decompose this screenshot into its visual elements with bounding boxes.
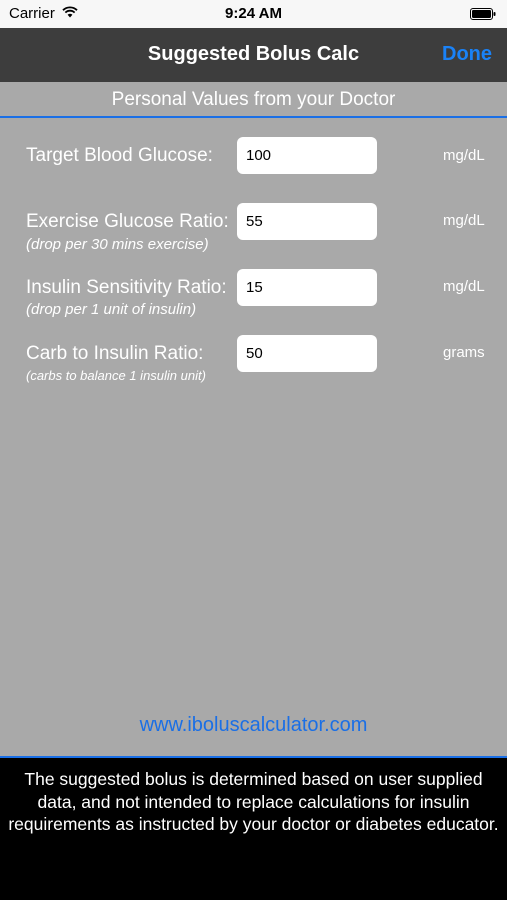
battery-icon xyxy=(470,8,496,20)
insulin-sensitivity-ratio-input[interactable] xyxy=(237,269,377,306)
status-bar: Carrier 9:24 AM xyxy=(0,0,507,28)
insulin-sensitivity-ratio-hint: (drop per 1 unit of insulin) xyxy=(26,301,197,318)
disclaimer-text: The suggested bolus is determined based … xyxy=(8,769,499,834)
target-blood-glucose-unit: mg/dL xyxy=(443,147,485,164)
exercise-glucose-ratio-hint: (drop per 30 mins exercise) xyxy=(26,236,209,253)
carb-to-insulin-ratio-label: Carb to Insulin Ratio: xyxy=(26,343,204,364)
carb-to-insulin-ratio-hint: (carbs to balance 1 insulin unit) xyxy=(26,368,206,383)
carb-to-insulin-ratio-unit: grams xyxy=(443,344,485,361)
exercise-glucose-ratio-label: Exercise Glucose Ratio: xyxy=(26,211,229,232)
done-button[interactable]: Done xyxy=(442,43,492,66)
target-blood-glucose-input[interactable] xyxy=(237,137,377,174)
website-link[interactable]: www.iboluscalculator.com xyxy=(0,714,507,737)
navigation-bar: Suggested Bolus Calc Done xyxy=(0,28,507,82)
insulin-sensitivity-ratio-unit: mg/dL xyxy=(443,278,485,295)
header-divider xyxy=(0,116,507,118)
carb-to-insulin-ratio-input[interactable] xyxy=(237,335,377,372)
exercise-glucose-ratio-unit: mg/dL xyxy=(443,212,485,229)
section-header: Personal Values from your Doctor xyxy=(111,89,396,110)
disclaimer-footer: The suggested bolus is determined based … xyxy=(0,758,507,900)
exercise-glucose-ratio-input[interactable] xyxy=(237,203,377,240)
target-blood-glucose-label: Target Blood Glucose: xyxy=(26,145,213,166)
insulin-sensitivity-ratio-label: Insulin Sensitivity Ratio: xyxy=(26,277,227,298)
status-time: 9:24 AM xyxy=(225,5,282,22)
page-title: Suggested Bolus Calc xyxy=(147,43,360,65)
